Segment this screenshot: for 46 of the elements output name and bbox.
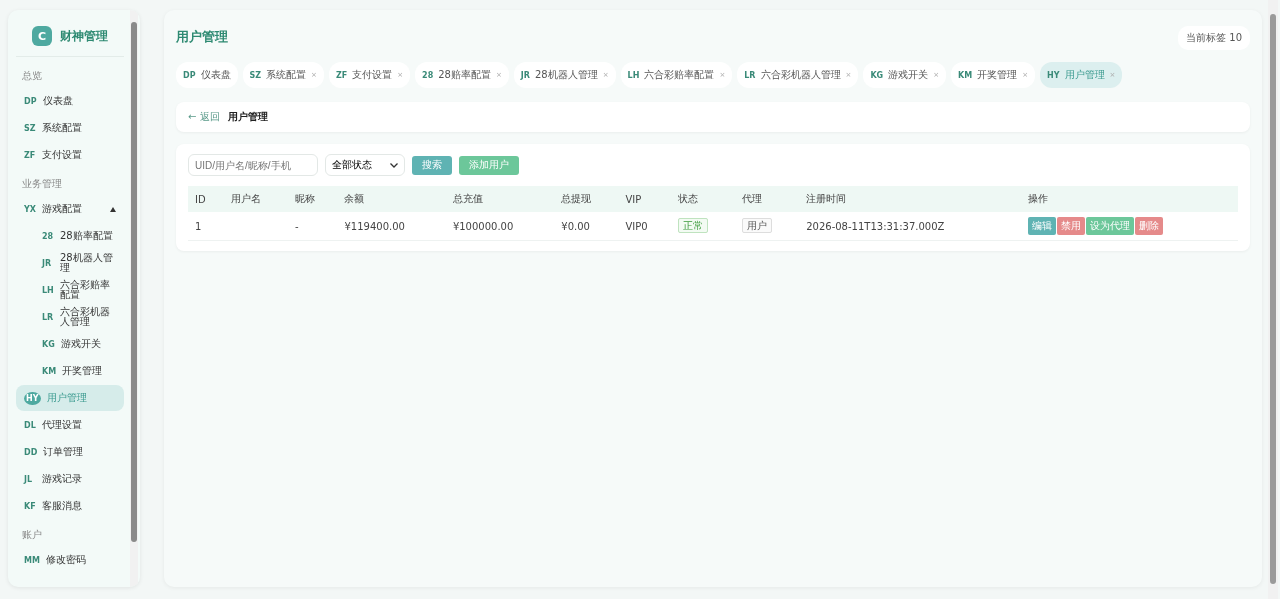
- column-header: VIP: [618, 186, 672, 212]
- table-cell: ¥100000.00: [445, 212, 555, 241]
- table-cell: 2026-08-11T13:31:37.000Z: [799, 212, 1021, 241]
- table-cell: ¥0.00: [554, 212, 619, 241]
- section-heading: 用户管理: [227, 110, 268, 124]
- nav-item[interactable]: KG 游戏开关: [16, 331, 124, 357]
- nav-item[interactable]: 28 28赔率配置: [16, 223, 124, 249]
- nav-item[interactable]: DL 代理设置: [16, 412, 124, 438]
- column-header: 代理: [735, 186, 800, 212]
- column-header: 状态: [671, 186, 736, 212]
- column-header: 昵称: [287, 186, 338, 212]
- nav-item[interactable]: ZF 支付设置: [16, 142, 124, 168]
- logo-badge: C: [32, 26, 52, 46]
- status-tag: 正常: [678, 218, 709, 233]
- column-header: 总提现: [554, 186, 619, 212]
- section-title: 账户: [21, 528, 43, 542]
- nav-item[interactable]: MM 修改密码: [16, 547, 124, 573]
- column-header: 余额: [337, 186, 446, 212]
- column-header: ID: [188, 186, 224, 212]
- nav-item[interactable]: YX 游戏配置: [16, 196, 124, 222]
- tab[interactable]: DP 仪表盘: [176, 62, 238, 88]
- nav-item[interactable]: SZ 系统配置: [16, 115, 124, 141]
- chevron-down-icon: [390, 162, 398, 168]
- table-cell: -: [287, 212, 338, 241]
- status-dropdown[interactable]: 全部状态: [325, 154, 405, 176]
- role-tag: 用户: [742, 218, 773, 233]
- section-title: 总览: [21, 69, 43, 83]
- column-header: 用户名: [223, 186, 288, 212]
- nav-item[interactable]: KF 客服消息: [16, 493, 124, 519]
- nav-item[interactable]: JL 游戏记录: [16, 466, 124, 492]
- nav-item[interactable]: KM 开奖管理: [16, 358, 124, 384]
- nav-item[interactable]: DP 仪表盘: [16, 88, 124, 114]
- column-header: 总充值: [445, 186, 555, 212]
- column-header: 操作: [1020, 186, 1238, 212]
- brand-name: 财神管理: [60, 27, 108, 45]
- table-cell: 1: [188, 212, 224, 241]
- nav-item[interactable]: DD 订单管理: [16, 439, 124, 465]
- column-header: 注册时间: [799, 186, 1021, 212]
- section-title: 业务管理: [21, 177, 63, 191]
- page-title: 用户管理: [176, 28, 228, 46]
- scrollbar[interactable]: [1268, 0, 1278, 599]
- table-cell: ¥119400.00: [337, 212, 446, 241]
- table-cell: VIP0: [618, 212, 672, 241]
- tab-count-badge: 当前标签 10: [1178, 26, 1250, 50]
- search-field[interactable]: UID/用户名/昵称/手机: [188, 154, 318, 176]
- scrollbar[interactable]: [130, 10, 138, 587]
